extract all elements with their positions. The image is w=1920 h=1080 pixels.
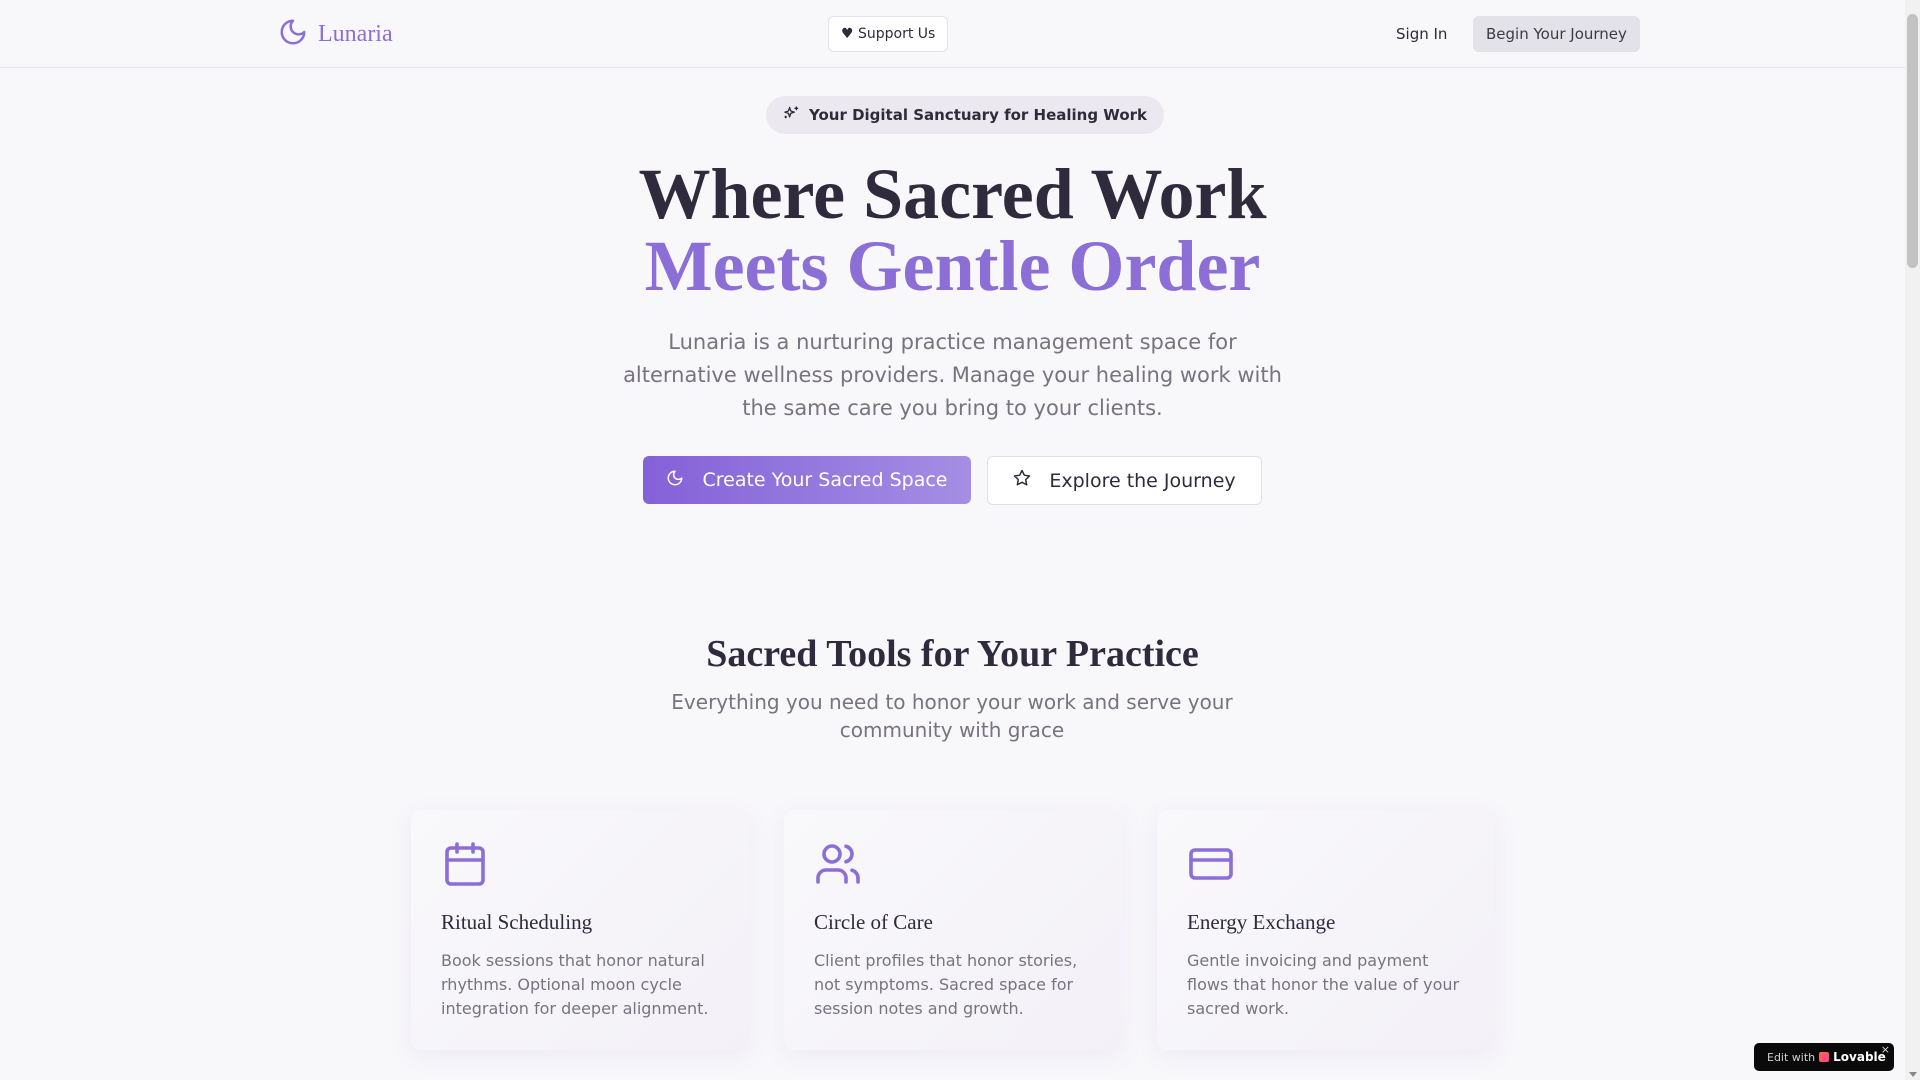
sparkles-icon [783, 105, 799, 125]
sign-in-link[interactable]: Sign In [1382, 16, 1461, 52]
users-icon [814, 840, 1092, 890]
feature-card-circle-of-care: Circle of Care Client profiles that hono… [784, 810, 1122, 1050]
moon-icon [278, 17, 308, 51]
hero-subtitle: Lunaria is a nurturing practice manageme… [623, 330, 1282, 420]
feature-card-title: Energy Exchange [1187, 910, 1336, 934]
feature-card-description: Client profiles that honor stories, not … [814, 951, 1078, 1018]
create-sacred-space-button[interactable]: Create Your Sacred Space [643, 456, 971, 504]
hero-title-line2: Meets Gentle Order [644, 226, 1261, 306]
lovable-logo-icon [1819, 1052, 1830, 1062]
begin-journey-button[interactable]: Begin Your Journey [1473, 16, 1640, 52]
scrollbar-thumb[interactable] [1907, 14, 1918, 268]
hero-badge-text: Your Digital Sanctuary for Healing Work [809, 106, 1147, 124]
feature-card-title: Ritual Scheduling [441, 910, 593, 934]
feature-card-ritual-scheduling: Ritual Scheduling Book sessions that hon… [411, 810, 749, 1050]
feature-card-description: Book sessions that honor natural rhythms… [441, 951, 709, 1018]
moon-icon [666, 469, 684, 492]
feature-card-title: Circle of Care [814, 910, 933, 934]
close-icon[interactable]: × [1881, 1043, 1890, 1056]
lovable-edit-text: Edit with [1767, 1050, 1816, 1064]
brand-name: Lunaria [318, 20, 393, 47]
feature-card-description: Gentle invoicing and payment flows that … [1187, 951, 1460, 1018]
create-sacred-space-label: Create Your Sacred Space [702, 469, 948, 491]
page-scrollbar[interactable] [1905, 0, 1920, 1080]
support-us-button[interactable]: ♥ Support Us [828, 16, 949, 52]
hero-title: Where Sacred Work Meets Gentle Order [0, 158, 1905, 302]
scroll-down-arrow-icon[interactable] [1909, 1072, 1917, 1077]
explore-journey-button[interactable]: Explore the Journey [987, 456, 1262, 505]
edit-with-lovable-badge[interactable]: Edit with Lovable × [1754, 1043, 1894, 1071]
features-subtitle: Everything you need to honor your work a… [671, 690, 1233, 742]
hero-title-line1: Where Sacred Work [638, 154, 1267, 234]
credit-card-icon [1187, 840, 1465, 890]
explore-journey-label: Explore the Journey [1049, 469, 1236, 492]
top-nav: Lunaria ♥ Support Us Sign In Begin Your … [0, 0, 1905, 68]
calendar-icon [441, 840, 719, 890]
brand-logo-link[interactable]: Lunaria [278, 18, 393, 50]
features-title: Sacred Tools for Your Practice [706, 633, 1199, 675]
hero-badge: Your Digital Sanctuary for Healing Work [766, 96, 1164, 134]
feature-card-energy-exchange: Energy Exchange Gentle invoicing and pay… [1157, 810, 1495, 1050]
lovable-brand-text: Lovable [1833, 1050, 1886, 1064]
star-icon [1013, 469, 1031, 492]
